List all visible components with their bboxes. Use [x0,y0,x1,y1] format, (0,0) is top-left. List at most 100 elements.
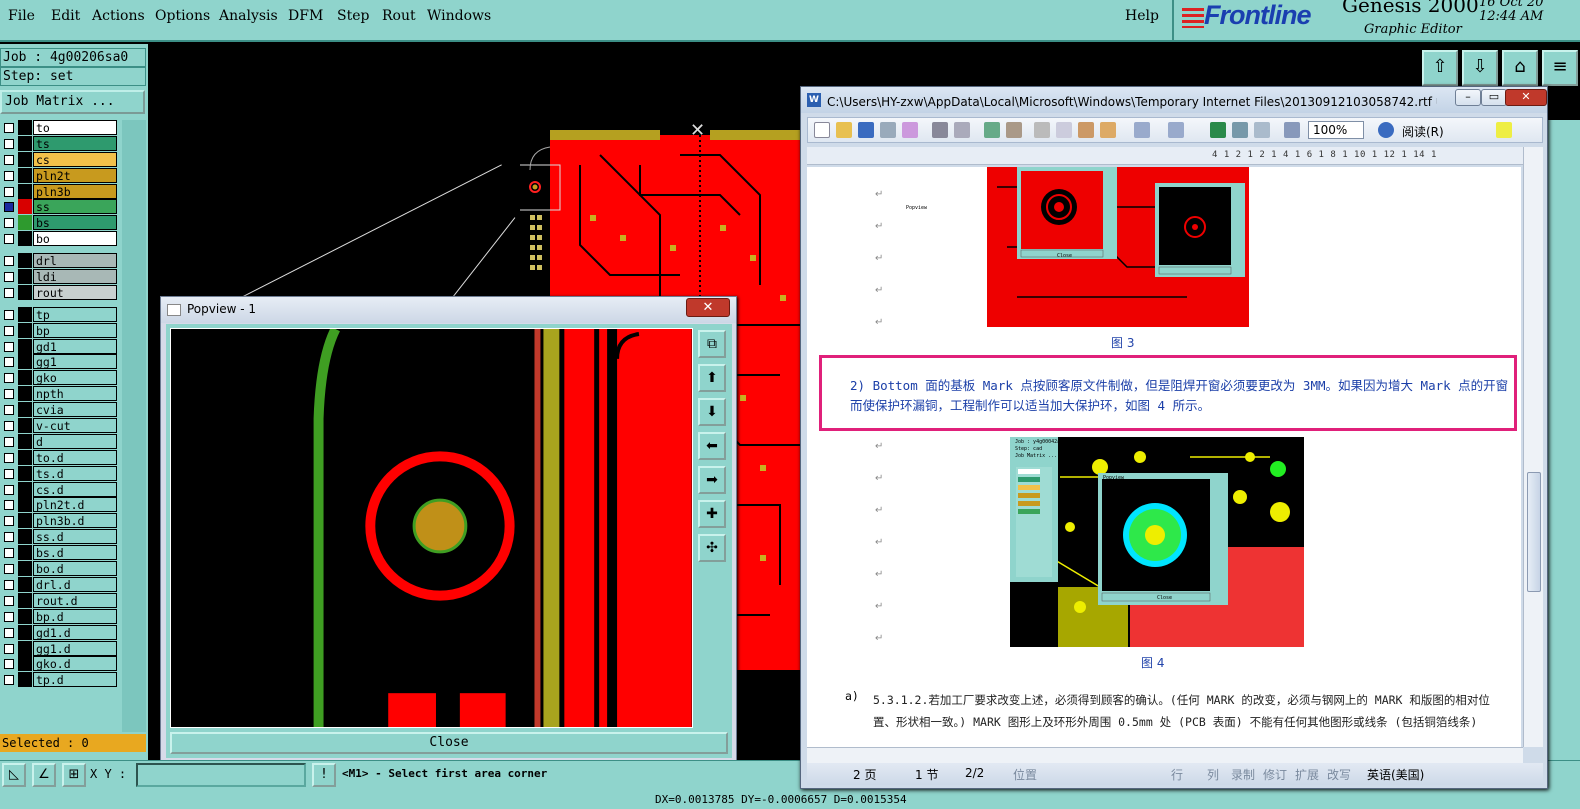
layer-name[interactable]: npth [33,386,117,402]
layer-color-swatch[interactable] [18,151,32,167]
layer-name[interactable]: tp.d [33,672,117,688]
horizontal-scrollbar[interactable] [807,747,1523,763]
layer-row[interactable]: to [0,120,122,136]
vertical-scrollbar[interactable] [1523,147,1543,747]
layer-checkbox[interactable] [4,611,14,622]
layer-row[interactable]: to.d [0,449,122,466]
layer-color-swatch[interactable] [18,656,32,672]
alert-icon[interactable]: ! [312,763,336,787]
layer-color-swatch[interactable] [18,370,32,386]
layer-name[interactable]: pln2t [33,167,117,183]
layer-name[interactable]: ss.d [33,529,117,545]
zoom-select[interactable]: 100% [1308,121,1364,139]
layer-color-swatch[interactable] [18,183,32,199]
layer-row[interactable]: tp.d [0,672,122,688]
tables-borders-icon[interactable] [1232,122,1248,138]
menu-icon[interactable]: ≡ [1542,50,1578,86]
layer-row[interactable]: drl [0,253,122,269]
layer-checkbox[interactable] [4,484,14,495]
layer-row[interactable]: ldi [0,269,122,285]
layer-row[interactable]: bo [0,231,122,247]
menu-file[interactable]: File [8,8,35,24]
layer-color-swatch[interactable] [18,608,32,624]
layer-color-swatch[interactable] [18,354,32,370]
layer-checkbox[interactable] [4,579,14,590]
layer-color-swatch[interactable] [18,529,32,545]
layer-row[interactable]: pln3b [0,183,122,200]
layer-list-scrollbar[interactable] [122,120,146,732]
menu-help[interactable]: Help [1125,8,1159,24]
layer-name[interactable]: to.d [33,449,117,465]
layer-row[interactable]: gd1 [0,338,122,355]
layer-color-swatch[interactable] [18,545,32,561]
layer-color-swatch[interactable] [18,284,32,300]
layer-checkbox[interactable] [4,256,14,267]
home-icon[interactable]: ⌂ [1502,50,1538,86]
open-icon[interactable] [836,122,852,138]
word-close-icon[interactable]: ✕ [1505,89,1547,106]
layer-checkbox[interactable] [4,405,14,416]
zoom-window-icon[interactable]: ⧉ [698,330,726,358]
layer-name[interactable]: ss [33,199,117,215]
research-icon[interactable] [1006,122,1022,138]
layer-checkbox[interactable] [4,675,14,686]
layer-color-swatch[interactable] [18,386,32,402]
layer-color-swatch[interactable] [18,135,32,151]
layer-color-swatch[interactable] [18,481,32,497]
layer-name[interactable]: pln2t.d [33,497,117,513]
layer-color-swatch[interactable] [18,561,32,577]
layer-checkbox[interactable] [4,595,14,606]
cut-icon[interactable] [1034,122,1050,138]
layer-name[interactable]: cvia [33,402,117,418]
layer-name[interactable]: pln3b [33,183,117,199]
layer-checkbox[interactable] [4,627,14,638]
layer-color-swatch[interactable] [18,640,32,656]
layer-color-swatch[interactable] [18,592,32,608]
permission-icon[interactable] [880,122,896,138]
layer-row[interactable]: ts [0,135,122,152]
layer-checkbox[interactable] [4,373,14,384]
layer-row[interactable]: ss [0,199,122,215]
layer-row[interactable]: bs.d [0,545,122,561]
xy-input[interactable] [136,763,306,787]
word-titlebar[interactable]: W C:\Users\HY-zxw\AppData\Local\Microsof… [801,87,1547,113]
layer-color-swatch[interactable] [18,418,32,434]
layer-row[interactable]: bp.d [0,608,122,625]
layer-row[interactable]: bp [0,322,122,339]
minimize-icon[interactable]: – [1455,89,1481,106]
layer-color-swatch[interactable] [18,402,32,418]
print-icon[interactable] [932,122,948,138]
layer-color-swatch[interactable] [18,269,32,285]
layer-color-swatch[interactable] [18,338,32,354]
layer-checkbox[interactable] [4,421,14,432]
layer-checkbox[interactable] [4,218,14,229]
layer-name[interactable]: ts.d [33,465,117,481]
status-ext[interactable]: 扩展 [1295,766,1319,783]
layer-row[interactable]: tp [0,306,122,323]
layer-color-swatch[interactable] [18,672,32,688]
document-map-icon[interactable] [1284,122,1300,138]
layer-checkbox[interactable] [4,202,14,213]
layer-checkbox[interactable] [4,138,14,149]
layer-name[interactable]: gko [33,370,117,386]
layer-checkbox[interactable] [4,309,14,320]
status-trk[interactable]: 修订 [1263,766,1287,783]
layer-checkbox[interactable] [4,154,14,165]
layer-name[interactable]: ts [33,135,117,151]
layer-color-swatch[interactable] [18,120,32,135]
layer-color-swatch[interactable] [18,449,32,465]
popview-close-button[interactable]: Close [170,732,728,754]
print-preview-icon[interactable] [954,122,970,138]
save-icon[interactable] [858,122,874,138]
menu-edit[interactable]: Edit [51,8,80,24]
layer-color-swatch[interactable] [18,513,32,529]
select-icon[interactable]: ◺ [2,763,26,787]
layer-row[interactable]: gd1.d [0,624,122,641]
pan-down-icon[interactable]: ⬇ [698,398,726,426]
layer-color-swatch[interactable] [18,167,32,183]
menu-actions[interactable]: Actions [92,8,145,24]
maximize-icon[interactable]: ▭ [1481,89,1507,106]
layer-name[interactable]: gd1 [33,338,117,354]
help-icon[interactable] [1378,122,1394,138]
layer-checkbox[interactable] [4,516,14,527]
